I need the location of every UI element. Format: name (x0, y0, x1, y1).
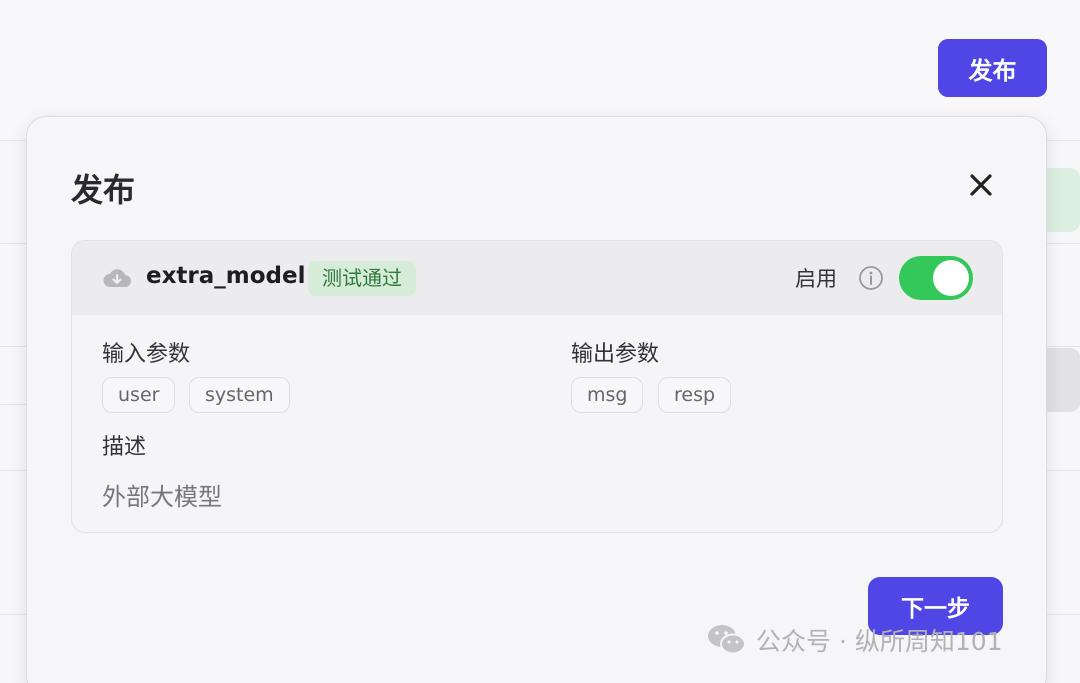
status-badge: 测试通过 (308, 261, 416, 296)
toggle-knob (933, 260, 969, 296)
enable-toggle[interactable] (899, 256, 973, 300)
wechat-icon (708, 625, 746, 655)
info-icon[interactable] (858, 265, 884, 291)
output-param-tag: msg (571, 377, 644, 413)
description-text: 外部大模型 (102, 483, 222, 511)
input-param-tag: user (102, 377, 176, 413)
publish-button[interactable]: 发布 (938, 39, 1047, 97)
description-label: 描述 (102, 435, 147, 460)
model-card: extra_model 测试通过 启用 输入参数 user system 输出参… (71, 240, 1003, 533)
model-name: extra_model (146, 263, 306, 289)
watermark-text: 公众号 · 纵所周知101 (756, 627, 1003, 656)
close-button[interactable] (965, 169, 997, 201)
publish-modal: 发布 extra_model 测试通过 启用 输入参数 user system … (26, 116, 1047, 683)
output-params-label: 输出参数 (571, 342, 660, 367)
close-icon (970, 174, 992, 196)
modal-title: 发布 (71, 171, 136, 209)
input-param-tag: system (189, 377, 290, 413)
input-params-label: 输入参数 (102, 342, 191, 367)
model-card-header: extra_model 测试通过 启用 (72, 241, 1002, 315)
enable-label: 启用 (795, 267, 837, 291)
watermark: 公众号 · 纵所周知101 (706, 620, 1003, 660)
cloud-icon (103, 269, 131, 287)
output-param-tag: resp (658, 377, 732, 413)
